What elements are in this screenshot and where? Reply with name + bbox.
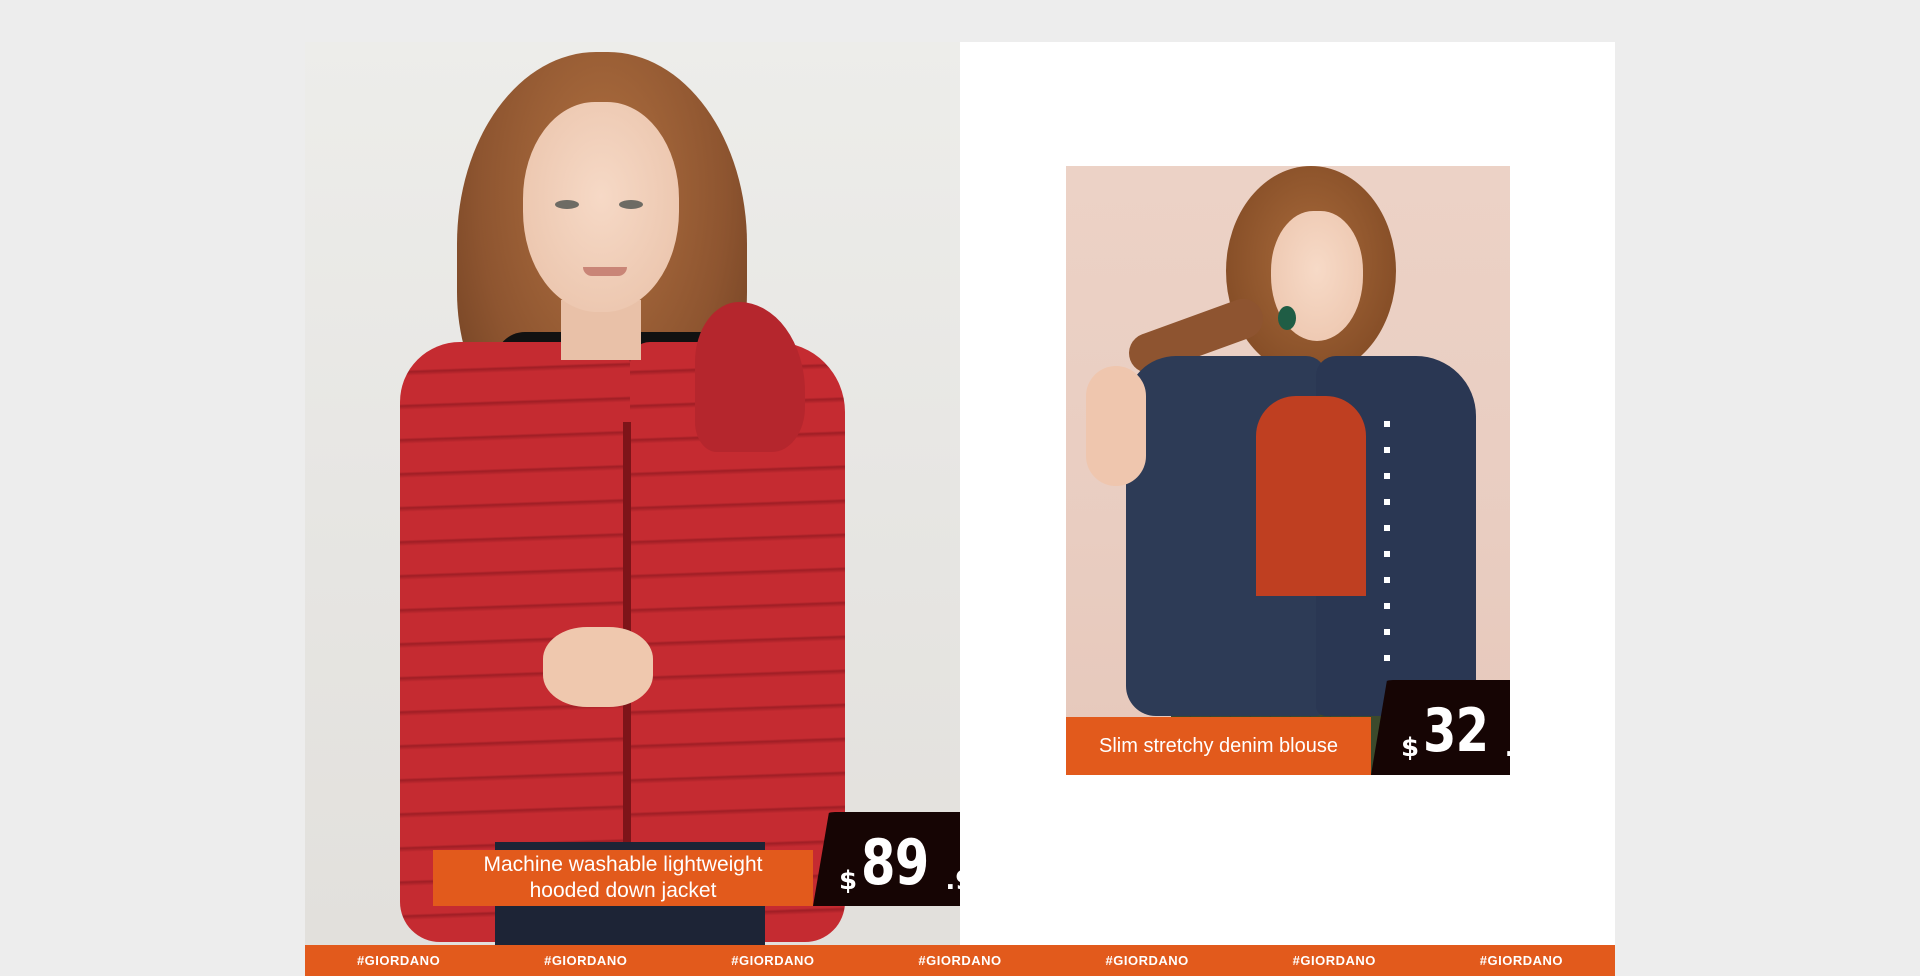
price-tag-down-jacket[interactable]: Machine washable lightweight hooded down… [433, 812, 960, 906]
photo-face [523, 102, 679, 312]
product-name-denim-blouse[interactable]: Slim stretchy denim blouse [1066, 717, 1371, 775]
photo-eye-left [555, 200, 579, 209]
product-name-line-1: Machine washable lightweight [483, 853, 763, 876]
product-card-down-jacket[interactable]: Machine washable lightweight hooded down… [305, 42, 960, 945]
price-tag-denim-blouse[interactable]: Slim stretchy denim blouse $ 32 .9 [1066, 680, 1510, 775]
product-name-down-jacket[interactable]: Machine washable lightweight hooded down… [433, 850, 813, 906]
product-name-line-2: hooded down jacket [529, 879, 717, 902]
photo-hand [543, 627, 653, 707]
brand-hashtag: #GIORDANO [1105, 953, 1189, 968]
brand-hashtag: #GIORDANO [731, 953, 815, 968]
photo-shirt-buttons [1384, 421, 1390, 681]
price-currency: $ [1401, 733, 1420, 763]
page: Machine washable lightweight hooded down… [0, 0, 1920, 976]
photo-mouth [583, 267, 627, 276]
brand-hashtag: #GIORDANO [544, 953, 628, 968]
price-integer: 89 [861, 826, 929, 899]
product-price-denim-blouse: $ 32 .9 [1371, 680, 1510, 775]
brand-hashtag: #GIORDANO [356, 953, 441, 968]
price-currency: $ [839, 866, 858, 896]
photo-eye-right [619, 200, 643, 209]
brand-hashtag: #GIORDANO [1479, 953, 1564, 968]
brand-hashtag: #GIORDANO [1292, 953, 1376, 968]
promo-section: Machine washable lightweight hooded down… [305, 42, 1615, 976]
photo-tee [1256, 396, 1366, 596]
product-price-down-jacket: $ 89 .9 [813, 812, 960, 906]
price-decimal: .9 [945, 866, 960, 896]
brand-hashtag-banner: #GIORDANO #GIORDANO #GIORDANO #GIORDANO … [305, 945, 1615, 976]
photo-arm [1086, 366, 1146, 486]
price-decimal: .9 [1505, 735, 1510, 761]
product-photo-down-jacket[interactable] [305, 42, 960, 945]
price-integer: 32 [1423, 696, 1489, 766]
photo-hood [695, 302, 805, 452]
photo-earring [1278, 306, 1296, 330]
brand-hashtag: #GIORDANO [918, 953, 1002, 968]
product-card-denim-blouse[interactable]: Slim stretchy denim blouse $ 32 .9 [1066, 166, 1510, 775]
